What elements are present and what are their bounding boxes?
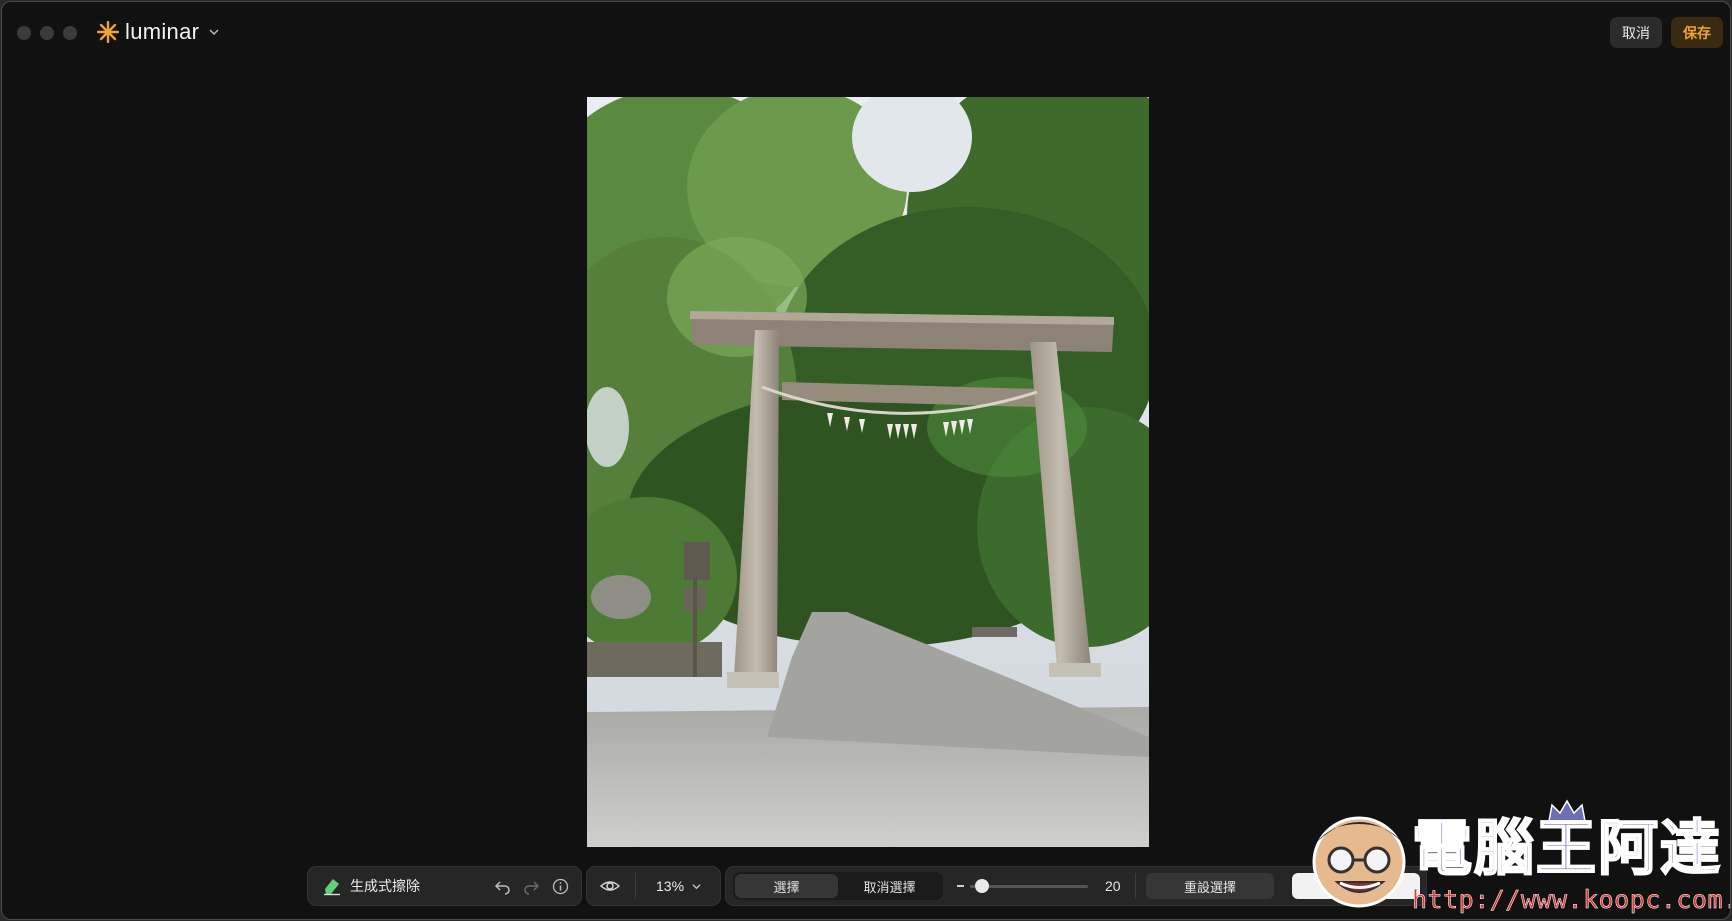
divider: [1135, 873, 1136, 899]
app-name: luminar: [125, 19, 200, 44]
minimize-window-button[interactable]: [40, 26, 54, 40]
mascot-logo: [1312, 816, 1406, 908]
watermark-url: http://www.koopc.com.tw: [1412, 885, 1730, 915]
brush-size-value: 20: [1105, 878, 1121, 894]
app-window: luminar 取消 保存 生成式擦除 13% 選擇 取消選擇 20 重設選擇 …: [1, 1, 1731, 920]
brush-size-slider[interactable]: 20: [957, 878, 1125, 894]
zoom-level[interactable]: 13%: [656, 878, 684, 894]
minus-icon: [957, 885, 964, 887]
eraser-icon: [324, 879, 340, 896]
window-controls: [17, 26, 77, 40]
photo-canvas[interactable]: [587, 97, 1149, 847]
header-actions: 取消 保存: [1610, 17, 1723, 48]
redo-icon[interactable]: [523, 878, 540, 895]
luminar-logo-icon: [97, 21, 119, 43]
deselect-button[interactable]: 取消選擇: [838, 874, 941, 898]
chevron-down-icon: [209, 29, 219, 36]
slider-track[interactable]: [970, 878, 1088, 893]
view-panel: 13%: [586, 866, 721, 906]
tool-name: 生成式擦除: [350, 878, 420, 894]
eye-icon[interactable]: [599, 875, 621, 897]
selection-mode-toggle: 選擇 取消選擇: [733, 872, 943, 900]
undo-icon[interactable]: [494, 878, 511, 895]
watermark: 電腦王阿達 http://www.koopc.com.tw: [1307, 797, 1730, 915]
slider-handle[interactable]: [975, 878, 989, 893]
watermark-title: 電腦王阿達: [1411, 814, 1722, 884]
reset-selection-button[interactable]: 重設選擇: [1146, 873, 1274, 899]
cancel-button[interactable]: 取消: [1610, 17, 1662, 48]
chevron-down-icon[interactable]: [692, 882, 701, 891]
divider: [635, 873, 636, 899]
torii-gate-photo: [587, 97, 1149, 847]
zoom-window-button[interactable]: [63, 26, 77, 40]
info-icon[interactable]: [552, 878, 569, 895]
close-window-button[interactable]: [17, 26, 31, 40]
select-button[interactable]: 選擇: [735, 874, 838, 898]
app-menu[interactable]: luminar: [97, 19, 219, 45]
tool-panel: 生成式擦除: [307, 866, 582, 906]
save-button[interactable]: 保存: [1671, 17, 1723, 48]
history-controls: [494, 878, 569, 895]
